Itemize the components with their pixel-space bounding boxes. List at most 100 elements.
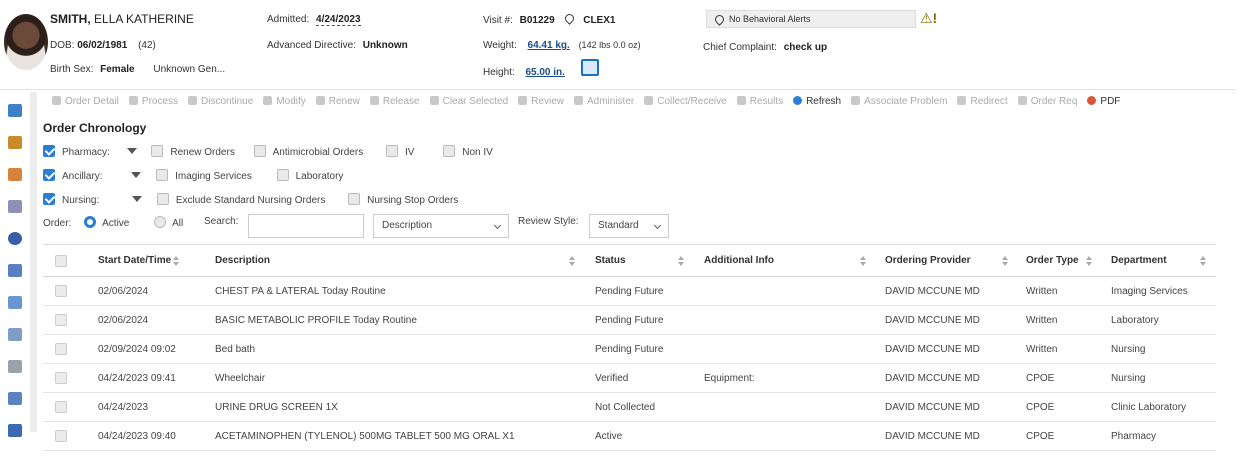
column-header-ordering-provider[interactable]: Ordering Provider <box>885 245 971 276</box>
ancillary-checkbox[interactable] <box>43 169 55 181</box>
column-header-department[interactable]: Department <box>1111 245 1167 276</box>
warning-icon[interactable]: ⚠! <box>920 10 937 27</box>
growth-chart-icon[interactable] <box>581 59 599 76</box>
chief-complaint-row: Chief Complaint: check up <box>703 42 827 53</box>
toolbar-review-button[interactable]: Review <box>518 96 564 107</box>
column-header-description[interactable]: Description <box>215 245 270 276</box>
admitted-value[interactable]: 4/24/2023 <box>316 14 361 26</box>
ancillary-filter-icon[interactable] <box>131 172 142 178</box>
sort-icon[interactable] <box>1002 256 1008 266</box>
row-checkbox[interactable] <box>55 372 67 384</box>
toolbar-release-button[interactable]: Release <box>369 96 420 107</box>
exclude-standard-nursing-checkbox[interactable] <box>156 193 169 205</box>
toolbar-pdf-button[interactable]: PDF <box>1087 96 1120 107</box>
toolbar-collect-button[interactable]: Collect/Receive <box>644 96 727 107</box>
clipboard-icon[interactable] <box>8 264 22 277</box>
associate-problem-icon <box>851 96 861 105</box>
non-iv-checkbox[interactable] <box>443 145 456 157</box>
toolbar-administer-button[interactable]: Administer <box>573 96 634 107</box>
ancillary-label: Ancillary: <box>62 171 103 182</box>
sort-icon[interactable] <box>860 256 866 266</box>
toolbar-order-detail-button[interactable]: Order Detail <box>52 96 119 107</box>
imaging-services-checkbox[interactable] <box>156 169 169 181</box>
renew-orders-checkbox[interactable] <box>151 145 164 157</box>
column-header-order-type[interactable]: Order Type <box>1026 245 1079 276</box>
nursing-stop-orders-checkbox[interactable] <box>348 193 361 205</box>
database-icon[interactable] <box>8 424 22 437</box>
advanced-directive-value: Unknown <box>362 40 408 51</box>
laboratory-checkbox[interactable] <box>276 169 289 181</box>
cell-description: BASIC METABOLIC PROFILE Today Routine <box>215 315 417 326</box>
toolbar-discontinue-button[interactable]: Discontinue <box>188 96 253 107</box>
table-row[interactable]: 04/24/2023 09:41 Wheelchair Verified Equipm… <box>43 364 1216 393</box>
pen-icon[interactable] <box>8 200 22 213</box>
search-field-select[interactable]: Description <box>373 214 509 238</box>
row-checkbox[interactable] <box>55 285 67 297</box>
summary-icon[interactable] <box>8 104 22 117</box>
orders-icon[interactable] <box>8 136 22 149</box>
list-icon[interactable] <box>8 328 22 341</box>
calendar-icon[interactable] <box>8 360 22 373</box>
sort-icon[interactable] <box>173 256 179 266</box>
nursing-checkbox[interactable] <box>43 193 55 205</box>
sort-icon[interactable] <box>569 256 575 266</box>
ancillary-filter-row: Ancillary: Imaging Services Laboratory <box>43 169 343 182</box>
gender-value[interactable]: Unknown Gen... <box>153 64 225 75</box>
select-all-checkbox[interactable] <box>55 255 67 267</box>
cell-ordering-provider: DAVID MCCUNE MD <box>885 344 980 355</box>
row-checkbox[interactable] <box>55 430 67 442</box>
toolbar-process-button[interactable]: Process <box>128 96 179 107</box>
exclude-standard-nursing-label: Exclude Standard Nursing Orders <box>175 195 326 206</box>
toolbar-redirect-button[interactable]: Redirect <box>957 96 1008 107</box>
table-row[interactable]: 02/06/2024 CHEST PA & LATERAL Today Routi… <box>43 277 1216 306</box>
column-header-start-date[interactable]: Start Date/Time <box>98 245 171 276</box>
search-input[interactable] <box>248 214 364 238</box>
rail-scrollbar[interactable] <box>30 92 37 432</box>
toolbar-label: Process <box>141 96 179 107</box>
sort-icon[interactable] <box>1200 256 1206 266</box>
pharmacy-filter-icon[interactable] <box>126 148 137 154</box>
toolbar-renew-button[interactable]: Renew <box>315 96 360 107</box>
table-row[interactable]: 02/09/2024 09:02 Bed bath Pending Future DA… <box>43 335 1216 364</box>
table-row[interactable]: 04/24/2023 09:40 ACETAMINOPHEN (TYLENOL) … <box>43 422 1216 451</box>
column-header-additional-info[interactable]: Additional Info <box>704 245 774 276</box>
table-row[interactable]: 02/06/2024 BASIC METABOLIC PROFILE Today … <box>43 306 1216 335</box>
review-style-select[interactable]: Standard <box>589 214 669 238</box>
location-pin-icon <box>563 12 577 25</box>
toolbar-modify-button[interactable]: Modify <box>263 96 306 107</box>
antimicrobial-orders-checkbox[interactable] <box>253 145 266 157</box>
table-header-row[interactable]: Start Date/Time Description Status Addition… <box>43 245 1216 277</box>
weight-value[interactable]: 64.41 kg. <box>528 40 570 51</box>
pharmacy-filter-row: Pharmacy: Renew Orders Antimicrobial Ord… <box>43 145 493 158</box>
advanced-directive-row: Advanced Directive: Unknown <box>267 40 408 51</box>
birth-sex-row: Birth Sex: Female Unknown Gen... <box>50 64 225 75</box>
column-header-status[interactable]: Status <box>595 245 626 276</box>
pharmacy-checkbox[interactable] <box>43 145 55 157</box>
row-checkbox[interactable] <box>55 401 67 413</box>
toolbar-order-req-button[interactable]: Order Req <box>1017 96 1077 107</box>
nursing-filter-icon[interactable] <box>132 196 143 202</box>
toolbar-results-button[interactable]: Results <box>736 96 783 107</box>
row-checkbox[interactable] <box>55 314 67 326</box>
sort-icon[interactable] <box>678 256 684 266</box>
toolbar-refresh-button[interactable]: Refresh <box>793 96 841 107</box>
cell-status: Not Collected <box>595 402 656 413</box>
location-value: CLEX1 <box>583 15 616 26</box>
behavioral-alert-box[interactable]: No Behavioral Alerts <box>706 10 916 28</box>
all-radio[interactable] <box>154 216 167 228</box>
toolbar-associate-problem-button[interactable]: Associate Problem <box>851 96 947 107</box>
iv-checkbox[interactable] <box>385 145 398 157</box>
document-icon[interactable] <box>8 296 22 309</box>
height-value[interactable]: 65.00 in. <box>525 67 564 78</box>
vitals-icon[interactable] <box>8 168 22 181</box>
toolbar-clear-button[interactable]: Clear Selected <box>429 96 508 107</box>
check-icon[interactable] <box>8 232 22 245</box>
active-radio[interactable] <box>84 216 97 228</box>
row-checkbox[interactable] <box>55 343 67 355</box>
report-icon[interactable] <box>8 392 22 405</box>
toolbar-label: Discontinue <box>201 96 254 107</box>
weight-label: Weight: <box>483 40 517 51</box>
visit-value: B01229 <box>519 15 555 26</box>
sort-icon[interactable] <box>1086 256 1092 266</box>
table-row[interactable]: 04/24/2023 URINE DRUG SCREEN 1X Not Collec… <box>43 393 1216 422</box>
